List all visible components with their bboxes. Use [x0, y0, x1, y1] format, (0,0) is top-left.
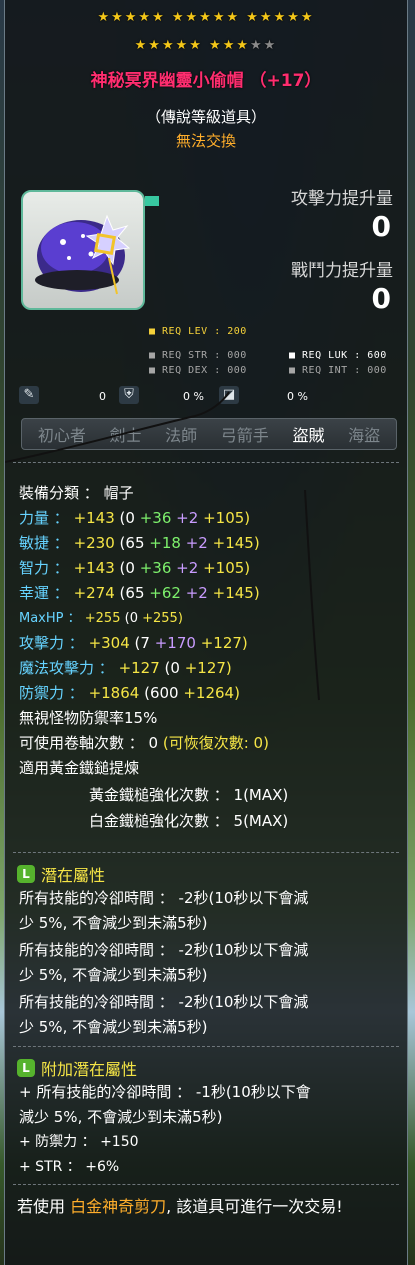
attack-increase-label: 攻擊力提升量: [291, 189, 393, 209]
job-warrior: 劍士: [109, 426, 142, 445]
trade-status: 無法交換: [175, 132, 236, 150]
star-force-row-2: ★★★★★ ★★★★★: [5, 38, 407, 53]
req-luk: ■ REQ LUK : 600: [289, 350, 387, 361]
stat-defense: 防禦力 ： +1864 (600 +1264): [19, 684, 240, 702]
item-icon-frame: [21, 190, 145, 310]
stat-maxhp: MaxHP ： +255 (0 +255): [19, 611, 183, 626]
bonus-potential-line: + STR ： +6%: [19, 1159, 120, 1175]
item-name: 神秘冥界幽靈小偷帽 （+17）: [90, 71, 322, 91]
condition-value: 0 %: [183, 390, 204, 403]
potential-line: 少 5%, 不會減少到未滿5秒): [19, 966, 208, 984]
shield-icon: ⛨: [119, 386, 139, 404]
bonus-potential-line: + 所有技能的冷卻時間 ： -1秒(10秒以下會: [19, 1083, 311, 1101]
stat-luk: 幸運 ： +274 (65 +62 +2 +145): [19, 584, 260, 602]
star-force-row-1: ★★★★★ ★★★★★ ★★★★★: [5, 10, 407, 25]
badge-icon: ◪: [219, 386, 239, 404]
item-flag-marker: [145, 196, 159, 206]
potential-line: 少 5%, 不會減少到未滿5秒): [19, 1018, 208, 1036]
job-thief: 盜賊: [292, 426, 325, 445]
fire-icon: ✎: [19, 386, 39, 404]
stat-int: 智力 ： +143 (0 +36 +2 +105): [19, 559, 251, 577]
bonus-potential-line: + 防禦力 ： +150: [19, 1134, 139, 1150]
job-restriction-bar: 初心者 劍士 法師 弓箭手 盜賊 海盜: [21, 418, 397, 450]
scissors-trade-note: 若使用 白金神奇剪刀, 該道具可進行一次交易!: [17, 1197, 343, 1216]
condition-value: 0 %: [287, 390, 308, 403]
thief-hat-icon: [35, 214, 131, 295]
divider: [13, 1184, 399, 1185]
stars-filled: ★★★★★ ★★★★★ ★★★★★: [97, 10, 315, 25]
item-tooltip: ★★★★★ ★★★★★ ★★★★★ ★★★★★ ★★★★★ 神秘冥界幽靈小偷帽 …: [4, 0, 408, 1265]
legendary-grade-icon: L: [17, 865, 35, 883]
job-beginner: 初心者: [37, 426, 86, 445]
stat-str: 力量 ： +143 (0 +36 +2 +105): [19, 509, 251, 527]
potential-line: 少 5%, 不會減少到未滿5秒): [19, 914, 208, 932]
req-int: ■ REQ INT : 000: [289, 365, 387, 376]
stat-gold-hammer-count: 黃金鐵槌強化次數 ： 1(MAX): [89, 786, 289, 804]
potential-title: 潛在屬性: [41, 866, 106, 885]
potential-line: 所有技能的冷卻時間 ： -2秒(10秒以下會減: [19, 993, 309, 1011]
stat-category: 裝備分類 ： 帽子: [19, 484, 134, 502]
divider: [13, 462, 399, 463]
divider: [13, 852, 399, 853]
stat-magic-attack: 魔法攻擊力 ： +127 (0 +127): [19, 659, 232, 677]
stat-ignore-defense: 無視怪物防禦率15%: [19, 709, 158, 727]
stat-attack: 攻擊力 ： +304 (7 +170 +127): [19, 634, 248, 652]
divider: [13, 1046, 399, 1047]
item-grade: （傳說等級道具）: [145, 108, 266, 126]
stat-upgrade-slots: 可使用卷軸次數 ： 0 (可恢復次數: 0): [19, 734, 269, 752]
job-archer: 弓箭手: [220, 426, 269, 445]
condition-value: 0: [99, 390, 106, 403]
legendary-grade-icon: L: [17, 1059, 35, 1077]
job-magician: 法師: [165, 426, 198, 445]
req-dex: ■ REQ DEX : 000: [149, 365, 247, 376]
stars-filled: ★★★★★ ★★★: [134, 38, 251, 53]
bonus-potential-line: 減少 5%, 不會減少到未滿5秒): [19, 1108, 223, 1126]
stat-dex: 敏捷 ： +230 (65 +18 +2 +145): [19, 534, 260, 552]
bonus-potential-title: 附加潛在屬性: [41, 1060, 138, 1079]
bonus-potential-header: L 附加潛在屬性: [17, 1056, 137, 1080]
req-lev: ■ REQ LEV : 200: [149, 326, 247, 337]
combat-power-increase-label: 戰鬥力提升量: [291, 261, 393, 281]
stat-white-hammer-count: 白金鐵槌強化次數 ： 5(MAX): [89, 812, 289, 830]
stat-golden-hammer: 適用黃金鐵鎚提煉: [19, 759, 140, 777]
combat-power-increase-value: 0: [371, 282, 391, 315]
job-pirate: 海盜: [348, 426, 381, 445]
condition-icons: ✎ 0 ⛨ 0 % ◪ 0 %: [19, 386, 319, 410]
req-str: ■ REQ STR : 000: [149, 350, 247, 361]
potential-header: L 潛在屬性: [17, 862, 105, 886]
potential-line: 所有技能的冷卻時間 ： -2秒(10秒以下會減: [19, 889, 309, 907]
stars-empty: ★★: [250, 38, 278, 53]
potential-line: 所有技能的冷卻時間 ： -2秒(10秒以下會減: [19, 941, 309, 959]
attack-increase-value: 0: [371, 210, 391, 243]
